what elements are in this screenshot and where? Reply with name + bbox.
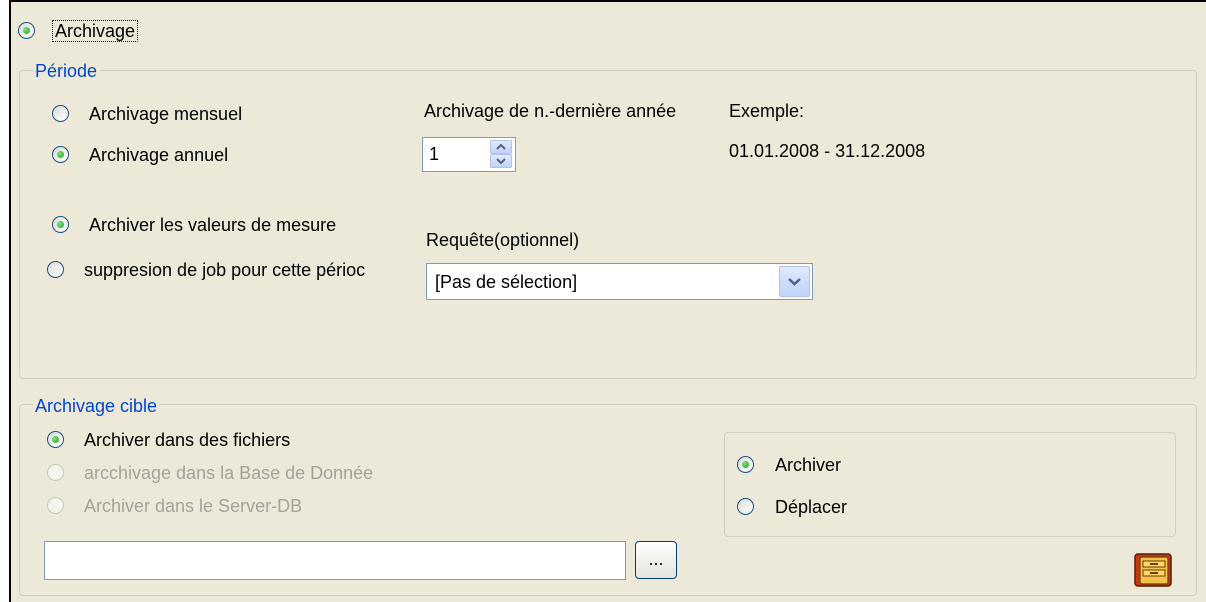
query-dropdown-button[interactable] [779, 266, 810, 297]
example-label: Exemple: [729, 101, 805, 121]
chevron-down-icon [788, 278, 801, 286]
yearly-radio[interactable] [52, 146, 69, 163]
database-label[interactable]: arcchivage dans la Base de Donnée [84, 463, 373, 483]
cible-legend: Archivage cible [33, 396, 160, 416]
query-value[interactable]: [Pas de sélection] [435, 272, 577, 292]
move-mode-label[interactable]: Déplacer [775, 497, 847, 517]
database-radio[interactable] [47, 464, 64, 481]
move-mode-radio[interactable] [737, 498, 754, 515]
query-label: Requête(optionnel) [426, 230, 580, 250]
archivage-label[interactable]: Archivage [51, 20, 139, 42]
query-select[interactable]: [Pas de sélection] [426, 263, 813, 300]
archive-mode-label[interactable]: Archiver [775, 455, 841, 475]
year-spinner[interactable]: 1 [422, 137, 516, 172]
browse-button[interactable]: ... [635, 541, 677, 579]
files-radio[interactable] [47, 431, 64, 448]
delete-job-label[interactable]: suppresion de job pour cette périoc [84, 260, 414, 280]
files-label[interactable]: Archiver dans des fichiers [84, 430, 290, 450]
chevron-up-icon [496, 143, 506, 150]
example-value: 01.01.2008 - 31.12.2008 [729, 141, 926, 161]
chevron-down-icon [496, 158, 506, 165]
measure-values-radio[interactable] [52, 216, 69, 233]
archivage-radio[interactable] [18, 22, 35, 39]
year-value[interactable]: 1 [429, 144, 439, 164]
delete-job-radio[interactable] [47, 261, 64, 278]
archive-cabinet-icon[interactable] [1133, 552, 1173, 588]
spin-down-button[interactable] [490, 154, 512, 168]
path-input[interactable] [44, 541, 626, 580]
mode-group [724, 432, 1176, 537]
yearly-label[interactable]: Archivage annuel [89, 145, 228, 165]
archive-mode-radio[interactable] [737, 456, 754, 473]
year-label: Archivage de n.-dernière année [424, 101, 677, 121]
server-db-radio[interactable] [47, 497, 64, 514]
periode-legend: Période [33, 61, 100, 81]
spin-up-button[interactable] [490, 140, 512, 154]
measure-values-label[interactable]: Archiver les valeurs de mesure [89, 215, 336, 235]
monthly-label[interactable]: Archivage mensuel [89, 104, 242, 124]
server-db-label[interactable]: Archiver dans le Server-DB [84, 496, 302, 516]
monthly-radio[interactable] [52, 105, 69, 122]
browse-label: ... [648, 549, 664, 569]
